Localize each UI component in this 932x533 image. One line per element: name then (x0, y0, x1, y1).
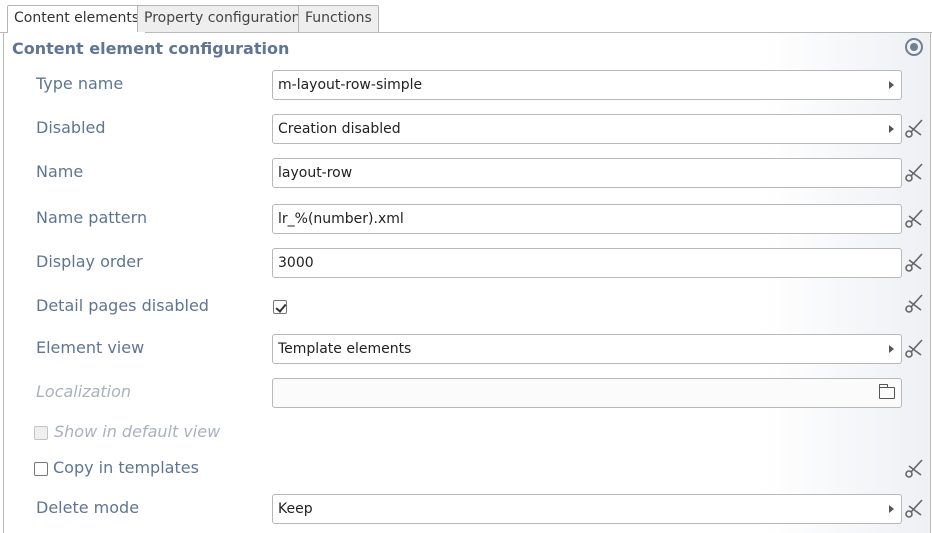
row-display-order: Display order 3000 (0, 248, 932, 278)
type-name-select[interactable]: m-layout-row-simple (272, 70, 902, 100)
row-copy-in-templates: Copy in templates (0, 454, 932, 484)
localization-input[interactable] (272, 378, 902, 408)
name-pattern-input[interactable]: lr_%(number).xml (272, 204, 902, 234)
delete-mode-value: Keep (278, 501, 313, 517)
scissors-icon[interactable] (904, 497, 924, 519)
element-view-value: Template elements (278, 341, 412, 357)
row-name-pattern: Name pattern lr_%(number).xml (0, 204, 932, 234)
scissors-icon[interactable] (904, 337, 924, 359)
row-element-view: Element view Template elements (0, 334, 932, 364)
collapse-icon[interactable] (905, 38, 923, 56)
display-order-value: 3000 (278, 255, 314, 271)
detail-pages-disabled-label: Detail pages disabled (36, 296, 209, 315)
type-name-value: m-layout-row-simple (278, 77, 423, 93)
row-show-in-default-view: Show in default view (0, 418, 932, 448)
disabled-value: Creation disabled (278, 121, 401, 137)
row-name: Name layout-row (0, 158, 932, 188)
element-view-select[interactable]: Template elements (272, 334, 902, 364)
name-label: Name (36, 162, 84, 181)
delete-mode-label: Delete mode (36, 498, 140, 517)
folder-icon[interactable] (878, 384, 895, 399)
scissors-icon[interactable] (904, 117, 924, 139)
chevron-right-icon (889, 125, 894, 133)
row-detail-pages-disabled: Detail pages disabled (0, 292, 932, 322)
tab-bar: Content elements Property configuration … (0, 0, 932, 33)
scissors-icon[interactable] (904, 251, 924, 273)
localization-label: Localization (36, 382, 132, 401)
name-value: layout-row (278, 165, 353, 181)
display-order-label: Display order (36, 252, 143, 271)
scissors-icon[interactable] (904, 207, 924, 229)
copy-in-templates-checkbox[interactable] (34, 462, 48, 476)
scissors-icon[interactable] (904, 292, 924, 314)
disabled-label: Disabled (36, 118, 106, 137)
copy-in-templates-label: Copy in templates (53, 458, 199, 477)
element-view-label: Element view (36, 338, 145, 357)
show-in-default-view-checkbox[interactable] (34, 426, 48, 440)
disabled-select[interactable]: Creation disabled (272, 114, 902, 144)
scissors-icon[interactable] (904, 161, 924, 183)
delete-mode-select[interactable]: Keep (272, 494, 902, 524)
row-localization: Localization (0, 378, 932, 408)
chevron-right-icon (889, 81, 894, 89)
row-delete-mode: Delete mode Keep (0, 494, 932, 524)
type-name-label: Type name (36, 74, 124, 93)
chevron-right-icon (889, 505, 894, 513)
row-disabled: Disabled Creation disabled (0, 114, 932, 144)
show-in-default-view-label: Show in default view (54, 422, 221, 441)
chevron-right-icon (889, 345, 894, 353)
row-type-name: Type name m-layout-row-simple (0, 70, 932, 100)
display-order-input[interactable]: 3000 (272, 248, 902, 278)
name-input[interactable]: layout-row (272, 158, 902, 188)
tab-property-configuration[interactable]: Property configuration (137, 5, 308, 32)
name-pattern-value: lr_%(number).xml (278, 211, 404, 227)
tab-content-elements[interactable]: Content elements (7, 5, 147, 33)
name-pattern-label: Name pattern (36, 208, 148, 227)
section-title: Content element configuration (12, 39, 290, 58)
tab-functions[interactable]: Functions (298, 5, 379, 32)
detail-pages-disabled-checkbox[interactable] (273, 300, 287, 314)
scissors-icon[interactable] (904, 457, 924, 479)
